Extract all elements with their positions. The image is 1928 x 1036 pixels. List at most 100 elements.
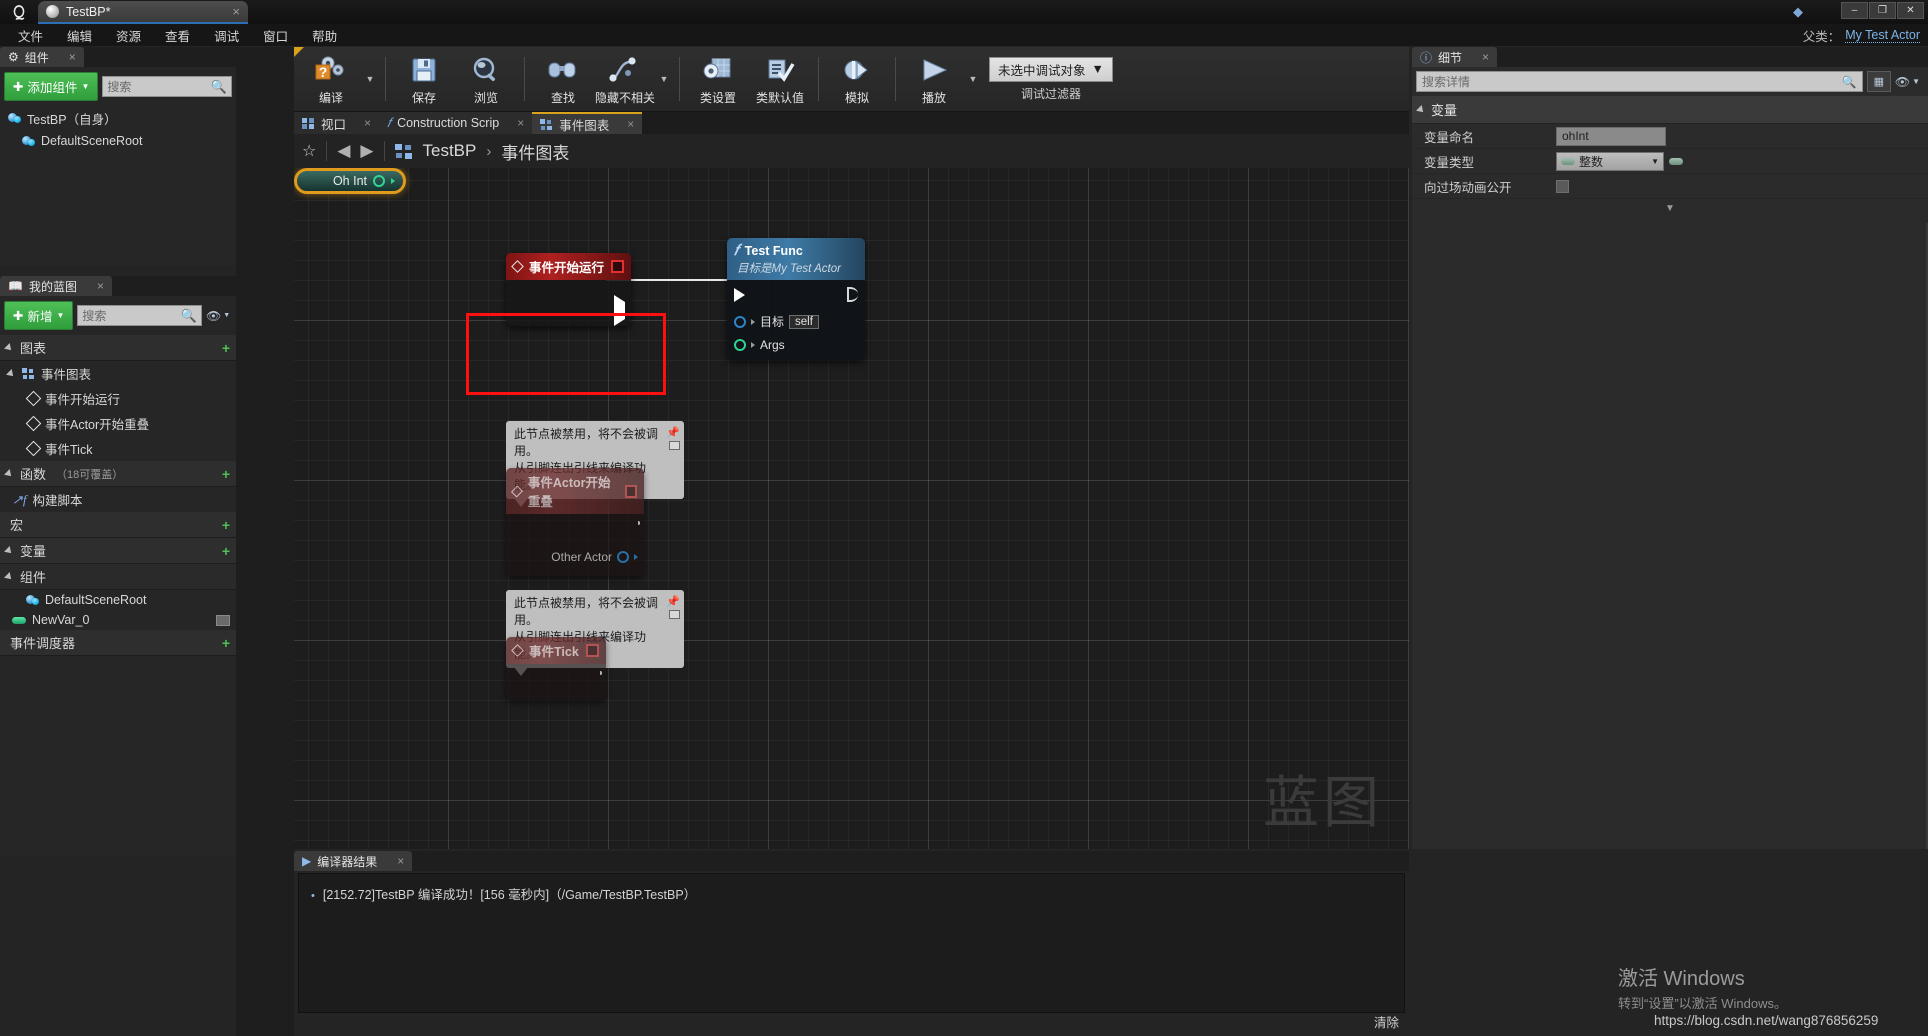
close-icon[interactable]: × [232, 4, 240, 19]
tab-construction-script[interactable]: 𝑓 Construction Scrip × [379, 112, 533, 134]
close-icon[interactable]: × [627, 117, 634, 131]
asset-tab-testbp[interactable]: TestBP* × [38, 1, 248, 24]
array-toggle-icon[interactable] [1669, 157, 1683, 165]
tab-my-blueprint[interactable]: 📖 我的蓝图 × [0, 276, 112, 296]
tab-components[interactable]: ⚙ 组件 × [0, 47, 84, 67]
expose-to-cinematics-checkbox[interactable] [1556, 179, 1569, 193]
find-button[interactable]: 查找 [532, 49, 594, 109]
breakpoint-stop-icon[interactable] [625, 484, 637, 498]
compiler-message-row[interactable]: • [2152.72]TestBP 编译成功！[156 毫秒内]（/Game/T… [311, 884, 1392, 903]
hide-unrelated-caret-icon[interactable]: ▼ [656, 49, 672, 109]
visibility-toggle[interactable]: 👁 ▼ [206, 309, 232, 323]
menu-item-debug[interactable]: 调试 [202, 24, 251, 47]
play-caret-icon[interactable]: ▼ [965, 49, 981, 109]
details-search-input[interactable]: 搜索详情 🔍 [1416, 71, 1863, 92]
comment-bubble-icon[interactable] [669, 441, 680, 450]
compiler-messages-list[interactable]: • [2152.72]TestBP 编译成功！[156 毫秒内]（/Game/T… [298, 873, 1405, 1013]
simulate-button[interactable]: 模拟 [826, 49, 888, 109]
close-icon[interactable]: × [97, 279, 104, 293]
pin-icon[interactable]: 📌 [666, 425, 680, 442]
clear-button[interactable]: 清除 [1374, 1012, 1399, 1031]
add-graph-button[interactable]: + [222, 340, 230, 356]
node-event-tick[interactable]: 事件Tick [506, 637, 606, 700]
tab-details[interactable]: ⓘ 细节 × [1412, 47, 1498, 67]
compile-button[interactable]: ? 编译 [300, 49, 362, 109]
tab-viewport[interactable]: 视口 × [294, 112, 380, 134]
add-function-button[interactable]: + [222, 466, 230, 482]
close-button[interactable]: ✕ [1897, 2, 1924, 19]
component-item-testbp-self[interactable]: TestBP（自身） [0, 106, 236, 131]
exec-input-pin[interactable] [734, 287, 745, 302]
blueprint-graph-canvas[interactable]: 蓝图 事件开始运行 𝑓 Test Func 目标是My Test Actor 目… [294, 168, 1409, 849]
graph-event-actor-begin-overlap[interactable]: 事件Actor开始重叠 [0, 411, 236, 436]
node-test-func[interactable]: 𝑓 Test Func 目标是My Test Actor 目标 self Arg… [727, 238, 865, 360]
exec-output-pin[interactable] [847, 287, 858, 302]
target-input-pin[interactable] [734, 315, 746, 328]
section-graphs[interactable]: 图表 + [0, 335, 236, 361]
details-category-variable[interactable]: 变量 [1412, 96, 1928, 124]
menu-item-file[interactable]: 文件 [6, 24, 55, 47]
components-search-input[interactable]: 搜索 🔍 [102, 76, 232, 97]
target-value-input[interactable]: self [789, 314, 819, 329]
menu-item-view[interactable]: 查看 [153, 24, 202, 47]
node-oh-int-getter[interactable]: Oh Int [294, 168, 406, 194]
variable-type-select[interactable]: 整数 ▼ [1556, 151, 1664, 171]
breadcrumb-root[interactable]: TestBP [423, 141, 477, 161]
graph-event-tick[interactable]: 事件Tick [0, 436, 236, 461]
display-options-button[interactable]: ▦ [1866, 71, 1891, 92]
parent-class-value[interactable]: My Test Actor [1845, 28, 1920, 43]
function-item-construction-script[interactable]: ↗f 构建脚本 [0, 487, 236, 512]
minimize-button[interactable]: – [1841, 2, 1868, 19]
add-event-dispatcher-button[interactable]: + [222, 635, 230, 651]
close-icon[interactable]: × [397, 854, 404, 868]
graph-event-begin-play[interactable]: 事件开始运行 [0, 386, 236, 411]
add-component-button[interactable]: ✚ 添加组件 ▼ [4, 72, 99, 101]
close-icon[interactable]: × [1482, 50, 1489, 64]
class-defaults-button[interactable]: 类默认值 [749, 49, 811, 109]
save-button[interactable]: 保存 [393, 49, 455, 109]
comment-bubble-icon[interactable] [669, 610, 680, 619]
add-macro-button[interactable]: + [222, 517, 230, 533]
value-output-pin[interactable] [373, 175, 385, 187]
args-input-pin[interactable] [734, 339, 746, 351]
tab-event-graph[interactable]: 事件图表 × [532, 112, 643, 134]
other-actor-output-pin[interactable] [617, 551, 629, 563]
breadcrumb-current[interactable]: 事件图表 [501, 139, 569, 164]
tooltip-icon[interactable] [216, 614, 230, 626]
browse-button[interactable]: 浏览 [455, 49, 517, 109]
node-event-actor-begin-overlap[interactable]: 事件Actor开始重叠 Other Actor [506, 468, 644, 576]
section-variables[interactable]: 变量 + [0, 538, 236, 564]
visibility-dropdown[interactable]: 👁 ▼ [1895, 75, 1924, 89]
forward-arrow-icon[interactable]: ▶ [360, 141, 373, 161]
myblueprint-search-input[interactable]: 搜索 🔍 [77, 305, 202, 326]
hide-unrelated-button[interactable]: 隐藏不相关 [594, 49, 656, 109]
menu-item-edit[interactable]: 编辑 [55, 24, 104, 47]
breakpoint-stop-icon[interactable] [611, 260, 624, 273]
compile-caret-icon[interactable]: ▼ [362, 49, 378, 109]
add-variable-button[interactable]: + [222, 543, 230, 559]
variable-item-defaultsceneroot[interactable]: DefaultSceneRoot [0, 590, 236, 610]
menu-item-assets[interactable]: 资源 [104, 24, 153, 47]
menu-item-help[interactable]: 帮助 [300, 24, 349, 47]
close-icon[interactable]: × [69, 50, 76, 64]
favorite-star-icon[interactable]: ☆ [302, 141, 316, 161]
section-macros[interactable]: 宏 + [0, 512, 236, 538]
back-arrow-icon[interactable]: ◀ [337, 141, 350, 161]
play-button[interactable]: 播放 [903, 49, 965, 109]
details-expand-caret-icon[interactable]: ▼ [1412, 199, 1928, 214]
close-icon[interactable]: × [517, 116, 524, 130]
breakpoint-stop-icon[interactable] [586, 644, 599, 657]
variable-item-newvar0[interactable]: NewVar_0 [0, 610, 236, 630]
tab-compiler-results[interactable]: ▶ 编译器结果 × [294, 851, 413, 871]
pin-icon[interactable]: 📌 [666, 594, 680, 611]
variable-name-input[interactable]: ohInt [1556, 126, 1666, 146]
component-item-defaultsceneroot[interactable]: DefaultSceneRoot [0, 131, 236, 151]
subsection-components[interactable]: 组件 [0, 564, 236, 590]
section-event-dispatchers[interactable]: 事件调度器 + [0, 630, 236, 656]
debug-object-select[interactable]: 未选中调试对象 ▼ [989, 56, 1113, 82]
class-settings-button[interactable]: 类设置 [687, 49, 749, 109]
graph-item-event-graph[interactable]: 事件图表 [0, 361, 236, 386]
section-functions[interactable]: 函数 （18可覆盖） + [0, 461, 236, 487]
close-icon[interactable]: × [364, 116, 371, 130]
menu-item-window[interactable]: 窗口 [251, 24, 300, 47]
